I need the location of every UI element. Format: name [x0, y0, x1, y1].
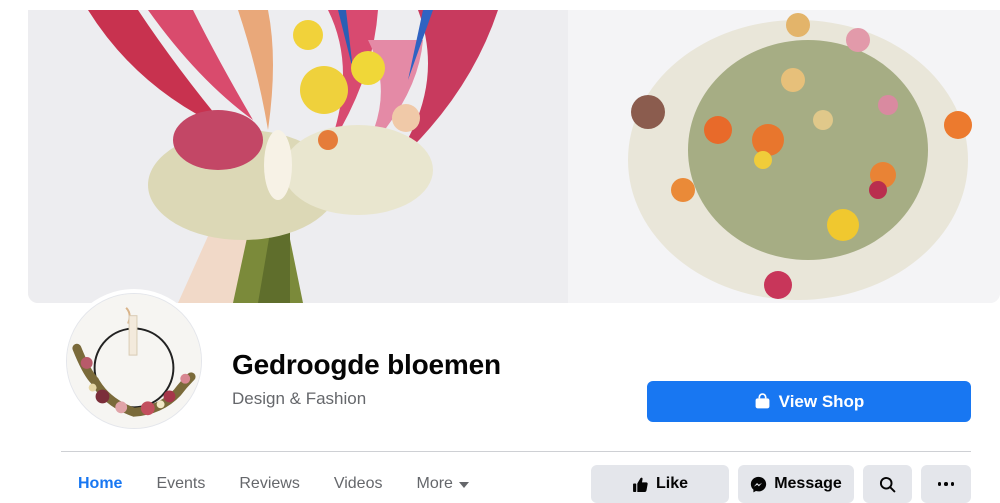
tab-more[interactable]: More: [399, 465, 485, 503]
tab-events-label: Events: [156, 475, 206, 492]
cover-photo[interactable]: [28, 10, 1000, 303]
page-title: Gedroogde bloemen: [232, 349, 501, 380]
wreath-image: [67, 294, 201, 428]
message-label: Message: [774, 475, 842, 492]
tab-events[interactable]: Events: [139, 465, 222, 503]
cover-bouquet-image: [28, 10, 1000, 303]
page-tabs: Home Events Reviews Videos More: [61, 465, 486, 503]
caret-down-icon: [458, 481, 469, 488]
view-shop-button[interactable]: View Shop: [647, 381, 971, 422]
thumbs-up-icon: [633, 477, 648, 492]
messenger-icon: [751, 476, 767, 492]
tab-more-label: More: [416, 475, 453, 492]
header-divider: [61, 451, 971, 452]
search-icon: [879, 476, 896, 492]
tab-videos[interactable]: Videos: [317, 465, 400, 503]
search-button[interactable]: [863, 465, 912, 503]
tab-reviews[interactable]: Reviews: [222, 465, 316, 503]
tab-home[interactable]: Home: [61, 465, 139, 503]
more-options-button[interactable]: [921, 465, 971, 503]
more-dots-icon: [937, 482, 955, 486]
avatar: [66, 293, 202, 429]
tab-home-label: Home: [78, 475, 123, 492]
page-category[interactable]: Design & Fashion: [232, 389, 366, 409]
tab-reviews-label: Reviews: [239, 475, 300, 492]
profile-picture[interactable]: [62, 289, 206, 433]
view-shop-label: View Shop: [778, 391, 865, 411]
shopping-bag-icon: [755, 393, 770, 409]
tab-videos-label: Videos: [333, 475, 383, 492]
message-button[interactable]: Message: [738, 465, 854, 503]
like-button[interactable]: Like: [591, 465, 729, 503]
like-label: Like: [655, 475, 688, 492]
